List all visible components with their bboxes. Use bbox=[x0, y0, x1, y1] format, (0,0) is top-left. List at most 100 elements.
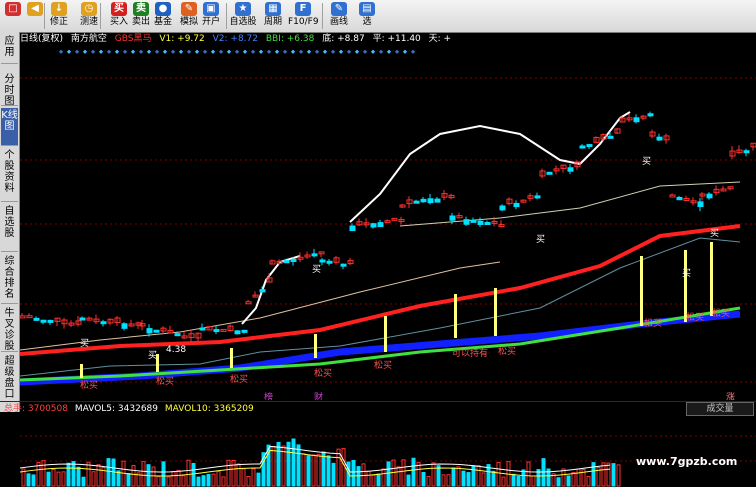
buy-label: 买 bbox=[536, 234, 545, 245]
chart-period-label[interactable]: 日线(复权) bbox=[20, 34, 63, 44]
volume-bar bbox=[236, 463, 241, 487]
toolbar-label: 周期 bbox=[263, 17, 282, 27]
volume-bar bbox=[366, 470, 371, 487]
toolbar-button-select[interactable]: ▤ 选 bbox=[356, 0, 378, 32]
volume-bar bbox=[526, 461, 531, 487]
candle-body bbox=[413, 200, 420, 204]
top-marker bbox=[346, 49, 352, 54]
volume-bar bbox=[231, 459, 236, 487]
sidebar-tab-7[interactable]: 超级盘口 bbox=[1, 354, 18, 402]
volume-bar bbox=[221, 476, 226, 487]
volume-bar bbox=[186, 459, 191, 487]
volume-bar bbox=[156, 476, 161, 487]
volume-bar bbox=[241, 468, 246, 487]
edit-icon: ↓ bbox=[51, 2, 67, 16]
toolbar-button-home[interactable]: □ bbox=[2, 0, 24, 32]
sidebar-tab-3[interactable]: 个股资料 bbox=[1, 148, 18, 202]
candle-body bbox=[79, 317, 86, 321]
candle-body bbox=[213, 329, 220, 333]
volume-bar bbox=[171, 471, 176, 487]
candle-body bbox=[546, 171, 553, 175]
top-marker bbox=[226, 49, 232, 54]
candle-body bbox=[349, 225, 356, 232]
candle-body bbox=[146, 328, 153, 334]
volume-bar bbox=[51, 468, 56, 487]
volume-bar bbox=[561, 468, 566, 487]
candle-body bbox=[283, 260, 290, 264]
volume-bar bbox=[106, 458, 111, 487]
volume-bar bbox=[46, 471, 51, 487]
volume-bar bbox=[556, 477, 561, 487]
candle-body bbox=[579, 145, 586, 149]
toolbar-button-speed[interactable]: ◷ 测速 bbox=[78, 0, 100, 32]
toolbar-button-back[interactable]: ◀ bbox=[24, 0, 46, 32]
top-marker bbox=[234, 49, 240, 54]
volume-bar bbox=[496, 461, 501, 487]
volume-bar bbox=[386, 461, 391, 487]
volume-bar bbox=[411, 457, 416, 487]
toolbar-button-edit[interactable]: ↓ 修正 bbox=[48, 0, 70, 32]
toolbar-button-period[interactable]: ▦ 周期 bbox=[262, 0, 284, 32]
top-marker bbox=[58, 49, 64, 54]
toolbar-button-fund[interactable]: ● 基金 bbox=[152, 0, 174, 32]
volume-bar bbox=[481, 472, 486, 487]
volume-bar bbox=[251, 468, 256, 487]
candle-body bbox=[427, 198, 434, 204]
top-marker bbox=[98, 49, 104, 54]
candle-body bbox=[319, 259, 326, 263]
top-marker bbox=[170, 49, 176, 54]
top-marker bbox=[154, 49, 160, 54]
event-marker: 财 bbox=[314, 391, 323, 400]
volume-bar bbox=[161, 461, 166, 487]
candle-body bbox=[656, 136, 663, 141]
sidebar-tab-5[interactable]: 综合排名 bbox=[1, 254, 18, 304]
toolbar-button-star[interactable]: ★ 自选股 bbox=[229, 0, 257, 32]
volume-bar bbox=[471, 465, 476, 487]
toolbar-button-account[interactable]: ▣ 开户 bbox=[200, 0, 222, 32]
volume-bar bbox=[311, 454, 316, 487]
volume-header: 总手: 3700508 MAVOL5: 3432689 MAVOL10: 336… bbox=[0, 401, 756, 416]
volume-chart[interactable] bbox=[20, 416, 756, 487]
indicator-name[interactable]: GBS黑马 bbox=[115, 34, 152, 44]
sidebar-tab-4[interactable]: 自选股 bbox=[1, 204, 18, 252]
buy-label: 买 bbox=[148, 350, 157, 361]
top-marker bbox=[194, 49, 200, 54]
volume-bar bbox=[246, 475, 251, 487]
volume-bar bbox=[611, 463, 616, 487]
sidebar-tab-2[interactable]: K线图 bbox=[1, 108, 18, 146]
period-icon: ▦ bbox=[265, 2, 281, 16]
volume-bar bbox=[476, 465, 481, 487]
candle-body bbox=[234, 330, 241, 335]
top-marker bbox=[202, 49, 208, 54]
volume-bar bbox=[456, 466, 461, 487]
top-marker bbox=[122, 49, 128, 54]
loose-buy-label: 松买 bbox=[314, 367, 332, 379]
loose-buy-label: 松买 bbox=[686, 311, 704, 323]
loose-buy-label: 松买 bbox=[230, 373, 248, 385]
candle-body bbox=[199, 327, 206, 331]
sidebar-tab-0[interactable]: 应用 bbox=[1, 34, 18, 64]
top-marker bbox=[266, 49, 272, 54]
candle-body bbox=[121, 323, 128, 329]
top-marker bbox=[338, 49, 344, 54]
buy-label: 买 bbox=[710, 228, 719, 239]
volume-bar bbox=[276, 441, 281, 487]
loose-buy-label: 松买 bbox=[80, 379, 98, 391]
volume-bar bbox=[431, 462, 436, 487]
toolbar-button-f10[interactable]: F F10/F9 bbox=[288, 0, 319, 32]
candle-body bbox=[245, 301, 252, 305]
volume-bar bbox=[566, 475, 571, 487]
sidebar-tab-6[interactable]: 牛叉诊股 bbox=[1, 306, 18, 352]
toolbar-button-draw[interactable]: ✎ 画线 bbox=[328, 0, 350, 32]
volume-indicator-select[interactable]: 成交量 bbox=[686, 402, 754, 416]
kline-chart[interactable]: 买买买买买买买松买 松买 松买松买松买松买松买松买 松买可以持有4.38榜财涨 bbox=[20, 46, 756, 400]
volume-bar bbox=[141, 461, 146, 487]
candle-body bbox=[534, 195, 541, 199]
volume-bar bbox=[421, 471, 426, 487]
sidebar-tab-1[interactable]: 分时图 bbox=[1, 72, 18, 107]
volume-bar bbox=[201, 475, 206, 487]
candle-body bbox=[290, 259, 297, 263]
top-marker bbox=[394, 49, 400, 54]
top-marker bbox=[410, 49, 416, 54]
top-marker bbox=[274, 49, 280, 54]
